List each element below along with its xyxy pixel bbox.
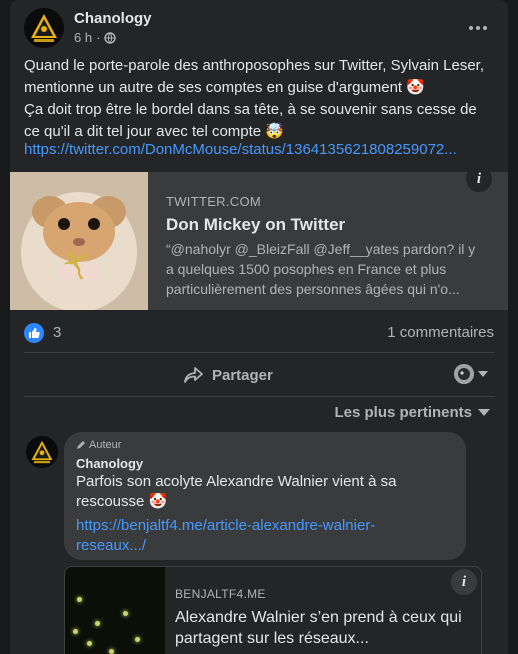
preview-thumbnail: [10, 172, 148, 312]
bokeh-light: [123, 611, 128, 616]
comment-sort-dropdown[interactable]: Les plus pertinents: [334, 404, 490, 421]
comment-link-preview[interactable]: BENJALTF4.ME Alexandre Walnier s’en pren…: [64, 566, 482, 654]
bokeh-light: [77, 597, 82, 602]
comment-avatar[interactable]: [26, 436, 58, 468]
post-card: Chanology 6 h · Quand le porte-parole de…: [10, 0, 508, 654]
preview-body: TWITTER.COM Don Mickey on Twitter “@naho…: [148, 172, 502, 310]
comment-text: Parfois son acolyte Alexandre Walnier vi…: [76, 473, 397, 510]
caret-down-icon: [478, 409, 490, 416]
divider: [24, 396, 494, 397]
bokeh-light: [109, 649, 114, 654]
comment-bubble: Auteur Chanology Parfois son acolyte Ale…: [64, 432, 466, 560]
info-icon: i: [461, 573, 467, 590]
sort-label: Les plus pertinents: [334, 404, 472, 421]
account-selector[interactable]: [454, 364, 488, 384]
preview-domain: TWITTER.COM: [166, 194, 262, 209]
thumbs-up-icon: [29, 328, 40, 338]
post-meta: 6 h ·: [74, 30, 117, 45]
comment-author[interactable]: Chanology: [76, 456, 143, 471]
hamster-image: [10, 172, 148, 312]
like-reaction-icon[interactable]: [24, 323, 44, 343]
page-avatar[interactable]: [24, 8, 64, 48]
more-dots-icon: [469, 26, 487, 30]
comment-preview-info-button[interactable]: i: [451, 569, 477, 595]
comment-preview-thumbnail: [65, 567, 165, 654]
post-author[interactable]: Chanology: [74, 10, 152, 27]
author-badge-label: Auteur: [89, 439, 122, 451]
bokeh-light: [73, 629, 78, 634]
bokeh-light: [95, 621, 100, 626]
profile-picture-icon: [454, 364, 474, 384]
globe-icon: [104, 31, 117, 44]
share-button[interactable]: Partager: [184, 362, 273, 388]
bokeh-light: [87, 641, 92, 646]
preview-info-button[interactable]: i: [466, 166, 492, 192]
preview-title[interactable]: Don Mickey on Twitter: [166, 215, 486, 235]
preview-description: “@naholyr @_BleizFall @Jeff__yates pardo…: [166, 241, 476, 297]
post-text: Quand le porte-parole des anthroposophes…: [24, 57, 484, 140]
meta-separator: ·: [96, 30, 101, 45]
more-options-button[interactable]: [462, 12, 494, 44]
chanology-logo-icon: [24, 8, 64, 48]
post-time[interactable]: 6 h: [74, 30, 92, 45]
caret-down-icon: [478, 371, 488, 377]
pencil-icon: [77, 441, 85, 449]
share-label: Partager: [212, 366, 273, 384]
bokeh-light: [135, 637, 140, 642]
link-preview[interactable]: TWITTER.COM Don Mickey on Twitter “@naho…: [10, 166, 508, 312]
post-header: Chanology 6 h ·: [24, 8, 496, 50]
like-count[interactable]: 3: [53, 324, 61, 341]
comment-preview-domain: BENJALTF4.ME: [175, 587, 266, 601]
divider: [24, 352, 494, 353]
comment-preview-title[interactable]: Alexandre Walnier s’en prend à ceux qui …: [175, 607, 465, 649]
account-avatar: [454, 364, 474, 384]
author-badge: Auteur: [76, 439, 121, 451]
share-arrow-icon: [184, 367, 203, 383]
info-icon: i: [476, 170, 482, 187]
post-link[interactable]: https://twitter.com/DonMcMouse/status/13…: [24, 141, 457, 158]
reaction-stats: 3 1 commentaires: [24, 322, 494, 344]
comment-link[interactable]: https://benjaltf4.me/article-alexandre-w…: [76, 516, 406, 556]
comments-count[interactable]: 1 commentaires: [387, 324, 494, 341]
chanology-logo-icon: [26, 436, 58, 468]
